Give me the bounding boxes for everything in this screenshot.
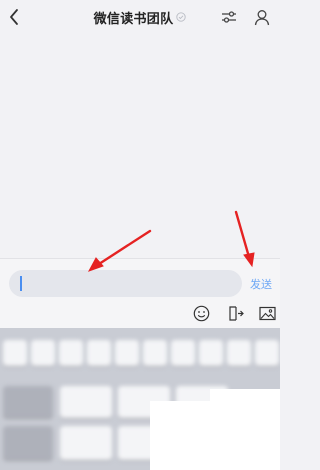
emoji-button[interactable] (192, 304, 210, 322)
message-input[interactable] (9, 270, 242, 297)
verified-check-icon (176, 12, 187, 22)
chat-title: 微信读书团队 (93, 11, 174, 27)
chat-header: 微信读书团队 (0, 0, 280, 34)
keyboard-key[interactable] (3, 386, 53, 418)
export-icon (228, 305, 244, 321)
keyboard-key[interactable] (31, 340, 55, 366)
keyboard-key[interactable] (59, 340, 83, 366)
keyboard-key[interactable] (60, 386, 112, 418)
export-button[interactable] (226, 304, 244, 322)
keyboard-key[interactable] (143, 340, 167, 366)
image-icon (258, 306, 276, 320)
keyboard-key[interactable] (87, 340, 111, 366)
text-caret (20, 276, 22, 291)
keyboard-key[interactable] (3, 340, 27, 366)
keyboard (0, 328, 280, 470)
chevron-left-icon (10, 9, 18, 25)
keyboard-key[interactable] (171, 340, 195, 366)
composer-bar: 发送 (0, 258, 280, 328)
profile-button[interactable] (250, 5, 274, 29)
keyboard-key[interactable] (227, 340, 251, 366)
sliders-icon (222, 11, 236, 23)
keyboard-key[interactable] (60, 426, 112, 460)
send-button[interactable]: 发送 (250, 276, 272, 292)
image-button[interactable] (258, 304, 276, 322)
keyboard-key[interactable] (199, 340, 223, 366)
message-list[interactable] (0, 34, 280, 258)
keyboard-key[interactable] (115, 340, 139, 366)
keyboard-obscured-region (150, 401, 280, 470)
back-button[interactable] (4, 6, 24, 28)
emoji-icon (193, 305, 209, 321)
person-icon (254, 9, 270, 25)
keyboard-key[interactable] (255, 340, 279, 366)
keyboard-key[interactable] (3, 426, 53, 460)
chat-settings-button[interactable] (218, 6, 240, 28)
